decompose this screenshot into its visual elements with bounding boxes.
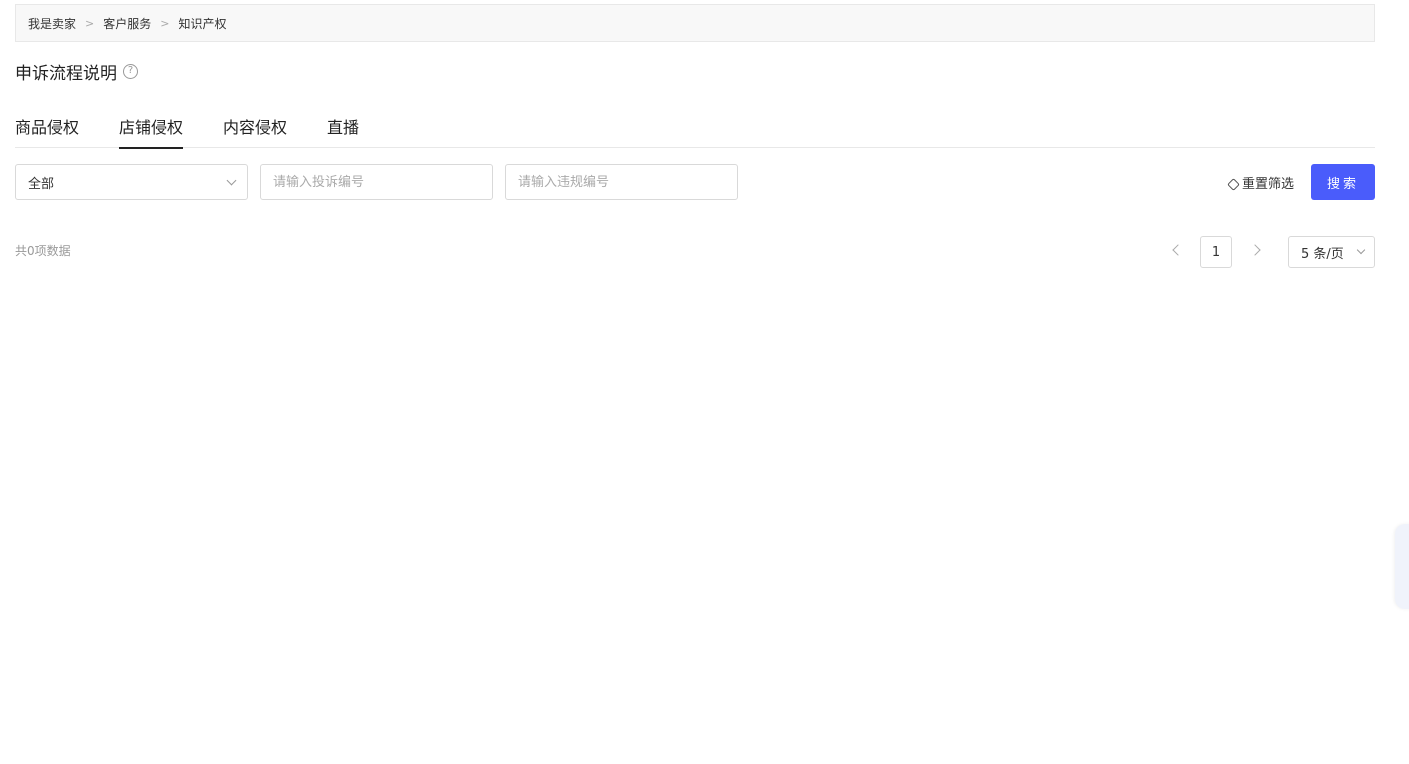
chevron-left-icon[interactable]	[1172, 244, 1184, 256]
tab-live[interactable]: 直播	[327, 106, 359, 148]
floating-side-widget[interactable]	[1395, 524, 1409, 609]
tab-store-infringement[interactable]: 店铺侵权	[119, 106, 184, 149]
page-number-button[interactable]: 1	[1200, 236, 1232, 268]
complaint-number-input[interactable]	[260, 164, 493, 200]
tab-content-infringement[interactable]: 内容侵权	[223, 106, 287, 148]
breadcrumb-item-customer-service[interactable]: 客户服务	[103, 15, 151, 32]
tab-bar: 商品侵权 店铺侵权 内容侵权 直播	[15, 106, 1375, 149]
breadcrumb: 我是卖家 > 客户服务 > 知识产权	[15, 4, 1375, 42]
breadcrumb-item-ip: 知识产权	[178, 16, 227, 31]
reset-filter-label: 重置筛选	[1242, 176, 1295, 192]
page-size-select[interactable]: 5 条/页	[1288, 236, 1375, 268]
breadcrumb-separator: >	[160, 16, 170, 30]
breadcrumb-item-seller[interactable]: 我是卖家	[28, 15, 76, 32]
page-title: 申诉流程说明	[15, 63, 117, 84]
page-size-value: 5 条/页	[1301, 246, 1344, 262]
question-circle-icon[interactable]: ?	[123, 63, 138, 79]
chevron-down-icon	[1356, 245, 1366, 255]
page: 我是卖家 > 客户服务 > 知识产权 申诉流程说明 ? 商品侵权 店铺侵权 内容…	[0, 0, 1409, 764]
eraser-icon	[1227, 177, 1240, 191]
type-select-value: 全部	[28, 176, 55, 192]
violation-number-input[interactable]	[505, 164, 738, 200]
type-select[interactable]: 全部	[15, 164, 248, 200]
chevron-right-icon[interactable]	[1249, 244, 1261, 256]
chevron-down-icon	[226, 175, 237, 185]
reset-filter-button[interactable]: 重置筛选	[1227, 164, 1295, 200]
tab-product-infringement[interactable]: 商品侵权	[15, 106, 79, 148]
result-count: 共0项数据	[15, 244, 71, 258]
breadcrumb-separator: >	[85, 16, 95, 30]
page-title-row: 申诉流程说明 ?	[15, 59, 138, 84]
search-button[interactable]: 搜索	[1311, 164, 1375, 200]
